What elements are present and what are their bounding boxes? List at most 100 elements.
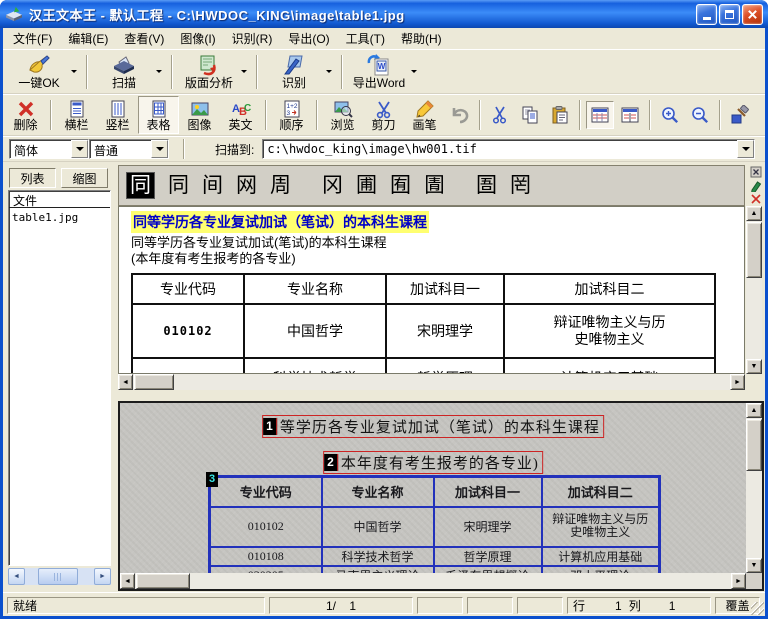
candidate-item[interactable]: 圊 (424, 175, 445, 196)
chevron-down-icon[interactable] (71, 140, 88, 158)
region-marker[interactable]: 2 (324, 454, 338, 471)
table-cell[interactable]: 邓小平理论 (542, 566, 660, 574)
scan-vscrollbar[interactable]: ▲ ▼ (746, 403, 762, 573)
table-header-cell[interactable]: 专业代码 (132, 274, 244, 304)
result-hscrollbar[interactable]: ◄ ► (118, 374, 745, 390)
dropdown-arrow-icon[interactable] (238, 55, 249, 89)
dropdown-arrow-icon[interactable] (408, 55, 419, 89)
scissors-button[interactable]: 剪刀 (363, 96, 404, 134)
scroll-thumb[interactable] (746, 222, 762, 278)
menu-file[interactable]: 文件(F) (5, 28, 60, 49)
sidebar-hscrollbar[interactable]: ◄ ► (8, 568, 111, 585)
tab-thumbnail[interactable]: 缩图 (61, 168, 108, 188)
horizontal-column-button[interactable]: 横栏 (56, 96, 97, 134)
charset-select[interactable]: 简体 (9, 139, 89, 159)
candidate-item[interactable]: 圃 (356, 175, 377, 196)
scan-image[interactable]: 1 等学历各专业复试加试（笔试）的本科生课程 2 本年度有考生报考的各专业) 3… (120, 403, 746, 573)
scroll-down-button[interactable]: ▼ (746, 359, 762, 374)
table-cell[interactable]: 宋明理学 (434, 507, 542, 547)
scroll-thumb[interactable] (136, 573, 190, 589)
dropdown-arrow-icon[interactable] (323, 55, 334, 89)
split-vertical-view-button[interactable] (616, 101, 644, 129)
close-button[interactable] (742, 4, 763, 25)
menu-image[interactable]: 图像(I) (172, 28, 223, 49)
recognize-button[interactable]: 识别 (263, 51, 336, 92)
layout-analysis-button[interactable]: 版面分析 (178, 51, 251, 92)
maximize-button[interactable] (719, 4, 740, 25)
zoom-in-button[interactable] (656, 101, 684, 129)
table-cell[interactable]: 马克思主义理论 (322, 566, 434, 574)
scroll-right-button[interactable]: ► (731, 573, 746, 589)
candidate-item[interactable]: 冈 (322, 175, 343, 196)
table-header-cell[interactable]: 专业名称 (322, 477, 434, 507)
table-region-button[interactable]: 表格 (138, 96, 179, 134)
resize-grip[interactable] (751, 602, 764, 615)
table-cell[interactable]: 中国哲学 (322, 507, 434, 547)
candidate-item[interactable]: 间 (202, 175, 223, 196)
table-header-cell[interactable]: 加试科目二 (542, 477, 660, 507)
scroll-left-button[interactable]: ◄ (8, 568, 25, 585)
quality-select[interactable]: 普通 (89, 139, 169, 159)
order-button[interactable]: 1+2 3 顺序 (271, 96, 312, 134)
scroll-left-button[interactable]: ◄ (118, 374, 133, 390)
scroll-up-button[interactable]: ▲ (746, 206, 762, 221)
table-cell[interactable]: 毛泽东思想概论 (434, 566, 542, 574)
candidate-item[interactable]: 同 (168, 175, 189, 196)
scan-path-select[interactable]: c:\hwdoc_king\image\hw001.tif (262, 139, 755, 159)
english-region-button[interactable]: A B C 英文 (220, 96, 261, 134)
delete-button[interactable]: 删除 (5, 96, 46, 134)
table-header-cell[interactable]: 专业名称 (244, 274, 386, 304)
menu-tools[interactable]: 工具(T) (338, 28, 393, 49)
table-cell[interactable]: 辩证唯物主义与历史唯物主义 (504, 304, 715, 358)
table-cell[interactable]: 中国哲学 (244, 304, 386, 358)
result-line-2[interactable]: (本年度有考生报考的各专业) (131, 248, 296, 267)
scan-region-2[interactable]: 2 本年度有考生报考的各专业) (323, 451, 543, 474)
browse-button[interactable]: 浏览 (322, 96, 363, 134)
table-cell[interactable]: 010108 (210, 547, 322, 566)
scroll-up-button[interactable]: ▲ (746, 403, 762, 418)
scan-region-3[interactable]: 3 专业代码 专业名称 加试科目一 加试科目二 010102 中国哲学 宋明理 (208, 475, 661, 573)
table-cell[interactable]: 科学技术哲学 (322, 547, 434, 566)
reject-button[interactable] (750, 193, 762, 205)
table-cell[interactable]: 哲学原理 (434, 547, 542, 566)
onekey-ok-button[interactable]: 一键OK (8, 51, 81, 92)
menu-export[interactable]: 导出(O) (280, 28, 337, 49)
table-cell[interactable]: 010102 (210, 507, 322, 547)
candidate-item[interactable]: 罔 (510, 175, 531, 196)
table-cell[interactable]: 哲学原理 (386, 358, 504, 374)
candidate-item[interactable]: 周 (270, 175, 291, 196)
ocr-result-pane[interactable]: 同等学历各专业复试加试（笔试）的本科生课程 同等学历各专业复试加试(笔试)的本科… (118, 206, 745, 374)
candidate-item[interactable]: 囿 (390, 175, 411, 196)
table-header-cell[interactable]: 专业代码 (210, 477, 322, 507)
menu-edit[interactable]: 编辑(E) (60, 28, 116, 49)
panel-splitter[interactable] (118, 390, 764, 401)
menu-help[interactable]: 帮助(H) (393, 28, 450, 49)
table-cell[interactable]: 辩证唯物主义与历史唯物主义 (542, 507, 660, 547)
table-cell[interactable]: 科学技术哲学 (244, 358, 386, 374)
table-cell[interactable]: 宋明理学 (386, 304, 504, 358)
scan-region-1[interactable]: 1 等学历各专业复试加试（笔试）的本科生课程 (262, 415, 604, 438)
scroll-right-button[interactable]: ► (730, 374, 745, 390)
table-cell[interactable]: 010102 (132, 304, 244, 358)
scroll-left-button[interactable]: ◄ (120, 573, 135, 589)
result-vscrollbar[interactable]: ▲ ▼ (746, 206, 762, 374)
undo-button[interactable] (446, 101, 474, 129)
export-word-button[interactable]: W 导出Word (348, 51, 421, 92)
paste-button[interactable] (546, 101, 574, 129)
minimize-button[interactable] (696, 4, 717, 25)
restore-box-button[interactable] (750, 166, 762, 178)
candidate-item[interactable]: 圄 (476, 175, 497, 196)
scroll-thumb[interactable] (746, 419, 762, 471)
candidate-selected[interactable]: 同 (126, 172, 155, 199)
table-header-cell[interactable]: 加试科目一 (434, 477, 542, 507)
file-list-header[interactable]: 文件 (9, 191, 110, 208)
copy-button[interactable] (516, 101, 544, 129)
scan-button[interactable]: 扫描 (93, 51, 166, 92)
brush-button[interactable]: 画笔 (404, 96, 445, 134)
chevron-down-icon[interactable] (737, 140, 754, 158)
scan-hscrollbar[interactable]: ◄ ► (120, 573, 746, 589)
candidate-item[interactable]: 网 (236, 175, 257, 196)
table-cell[interactable]: 计算机应用基础 (504, 358, 715, 374)
region-marker[interactable]: 3 (206, 472, 218, 487)
tab-list[interactable]: 列表 (9, 168, 56, 188)
